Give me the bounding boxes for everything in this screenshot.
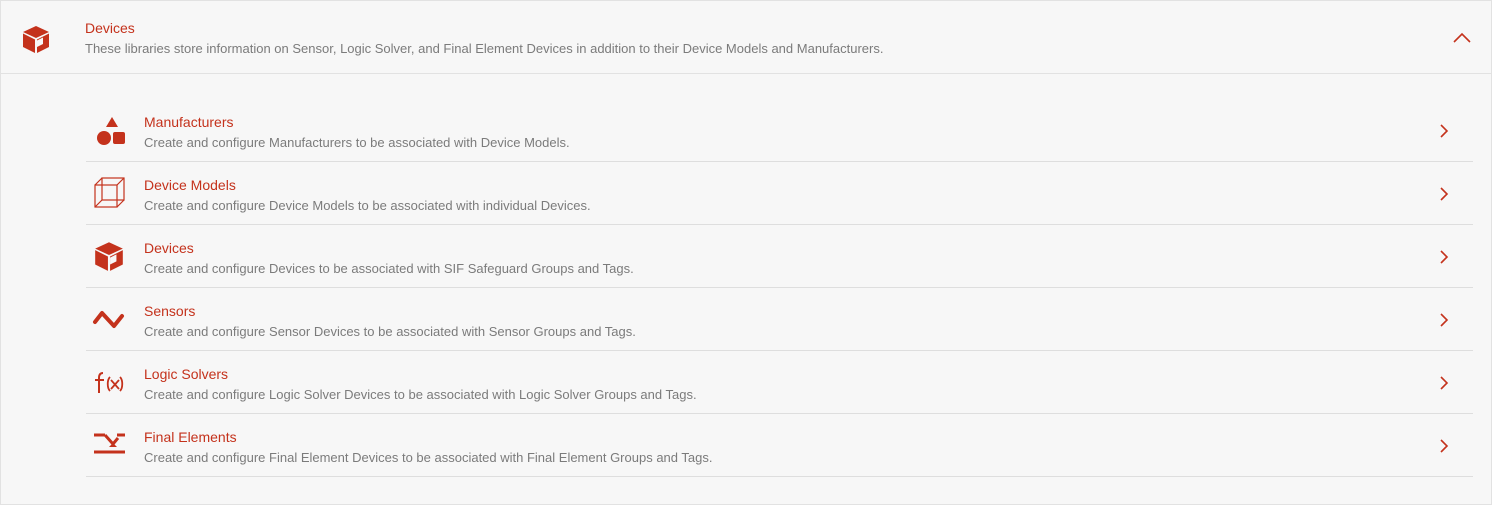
item-title: Device Models — [144, 177, 236, 193]
item-title: Final Elements — [144, 429, 237, 445]
section-description: These libraries store information on Sen… — [85, 41, 884, 56]
item-title: Sensors — [144, 303, 196, 319]
section-title: Devices — [85, 20, 135, 36]
devices-section-header[interactable]: Devices These libraries store informatio… — [1, 1, 1491, 74]
devices-panel: Devices These libraries store informatio… — [0, 0, 1492, 505]
list-item-manufacturers[interactable]: Manufacturers Create and configure Manuf… — [86, 99, 1473, 162]
list-item-sensors[interactable]: Sensors Create and configure Sensor Devi… — [86, 288, 1473, 351]
chevron-right-icon[interactable] — [1437, 186, 1451, 202]
item-description: Create and configure Manufacturers to be… — [144, 135, 570, 150]
list-item-devices[interactable]: Devices Create and configure Devices to … — [86, 225, 1473, 288]
item-title: Manufacturers — [144, 114, 234, 130]
wireframe-cube-icon — [92, 176, 126, 210]
item-description: Create and configure Logic Solver Device… — [144, 387, 697, 402]
chevron-right-icon[interactable] — [1437, 312, 1451, 328]
cube-icon — [20, 23, 52, 55]
item-description: Create and configure Final Element Devic… — [144, 450, 713, 465]
chevron-right-icon[interactable] — [1437, 438, 1451, 454]
list-item-final-elements[interactable]: Final Elements Create and configure Fina… — [86, 414, 1473, 477]
cube-icon — [92, 239, 126, 273]
item-description: Create and configure Device Models to be… — [144, 198, 591, 213]
item-title: Devices — [144, 240, 194, 256]
zigzag-icon — [92, 302, 126, 336]
list-item-device-models[interactable]: Device Models Create and configure Devic… — [86, 162, 1473, 225]
chevron-right-icon[interactable] — [1437, 249, 1451, 265]
library-list: Manufacturers Create and configure Manuf… — [86, 99, 1473, 477]
function-icon — [92, 365, 126, 399]
chevron-right-icon[interactable] — [1437, 375, 1451, 391]
item-description: Create and configure Devices to be assoc… — [144, 261, 634, 276]
chevron-right-icon[interactable] — [1437, 123, 1451, 139]
chevron-up-icon — [1451, 29, 1473, 45]
valve-icon — [92, 428, 126, 462]
shapes-icon — [92, 113, 126, 147]
item-title: Logic Solvers — [144, 366, 229, 382]
item-description: Create and configure Sensor Devices to b… — [144, 324, 636, 339]
list-item-logic-solvers[interactable]: Logic Solvers Create and configure Logic… — [86, 351, 1473, 414]
collapse-button[interactable] — [1451, 29, 1473, 45]
